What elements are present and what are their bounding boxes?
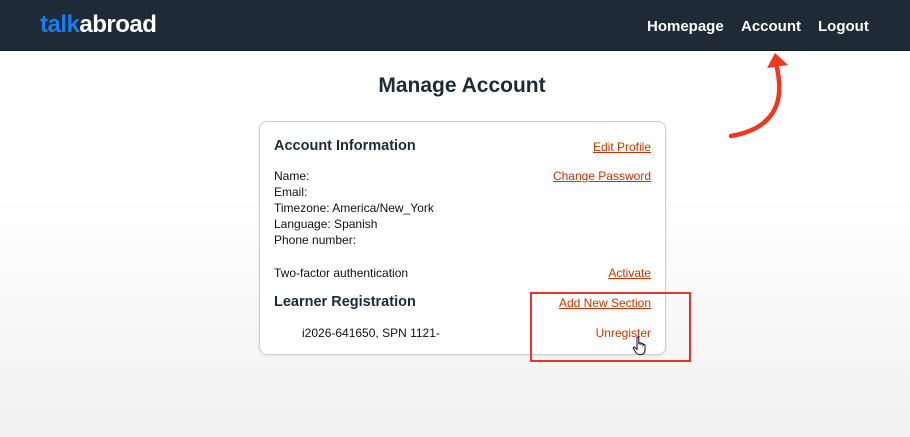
edit-profile-link[interactable]: Edit Profile xyxy=(593,140,651,154)
two-factor-label: Two-factor authentication xyxy=(274,266,409,280)
nav-account-link[interactable]: Account xyxy=(741,18,801,35)
timezone-field: Timezone: America/New_York xyxy=(274,201,434,215)
email-field: Email: xyxy=(274,185,308,199)
activate-two-factor-link[interactable]: Activate xyxy=(608,266,651,280)
name-field: Name: xyxy=(274,169,310,183)
annotation-arrow-icon xyxy=(728,53,788,139)
brand-logo-abroad: abroad xyxy=(79,11,157,38)
annotation-highlight-box xyxy=(530,292,691,362)
account-information-heading: Account Information xyxy=(274,138,416,154)
nav-homepage-link[interactable]: Homepage xyxy=(647,18,724,35)
brand-logo-talk: talk xyxy=(40,11,80,38)
top-navbar: talkabroad Homepage Account Logout xyxy=(0,0,910,51)
brand-logo[interactable]: talkabroad xyxy=(40,11,157,39)
hand-pointer-cursor-icon xyxy=(632,336,646,355)
registered-section-text: i2026-641650, SPN 1121- xyxy=(302,326,440,340)
change-password-link[interactable]: Change Password xyxy=(553,169,651,183)
learner-registration-heading: Learner Registration xyxy=(274,294,416,310)
phone-field: Phone number: xyxy=(274,233,357,247)
nav-logout-link[interactable]: Logout xyxy=(818,18,869,35)
language-field: Language: Spanish xyxy=(274,217,378,231)
